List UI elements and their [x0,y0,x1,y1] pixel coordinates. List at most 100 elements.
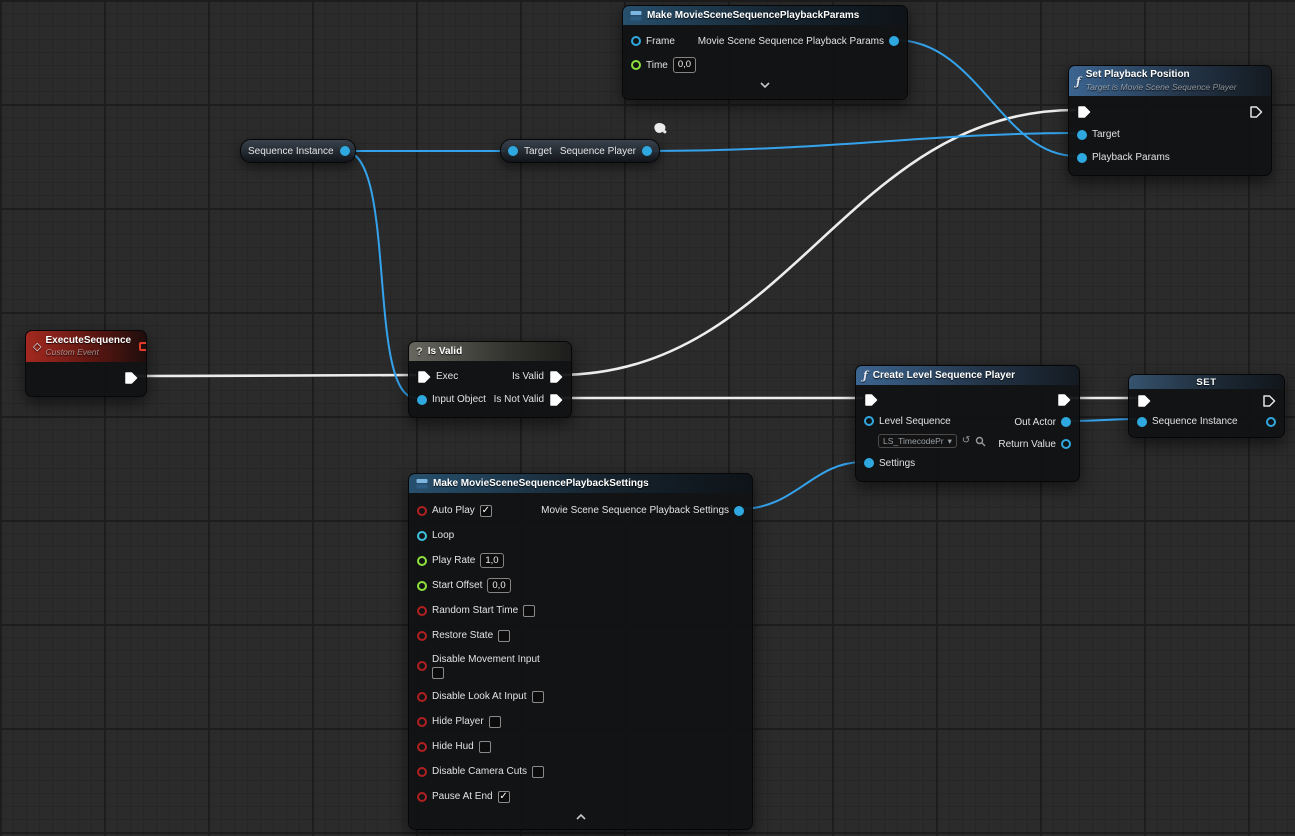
pause-at-end-pin[interactable] [417,792,427,802]
node-title: Set Playback Position [1086,69,1237,82]
loop-pin[interactable] [417,531,427,541]
playback-params-pin-label: Playback Params [1092,152,1170,163]
wire-data-settings-to-create[interactable] [740,462,863,509]
playback-params-pin[interactable] [1077,153,1087,163]
target-pin[interactable] [1077,130,1087,140]
drag-cursor-icon [652,121,668,140]
disable-camera-cuts-pin[interactable] [417,767,427,777]
play-rate-input[interactable]: 1,0 [480,553,503,568]
event-binding-badge-icon[interactable] [139,342,146,351]
hide-player-checkbox[interactable] [489,716,501,728]
wire-data-seqinstance-to-inputobject[interactable] [344,151,416,398]
is-valid-exec-out-pin[interactable] [549,370,563,384]
browse-asset-icon[interactable] [975,436,986,447]
wire-exec-event-to-isvalid[interactable] [133,375,416,376]
pause-at-end-label: Pause At End [432,791,493,802]
hide-player-pin[interactable] [417,717,427,727]
exec-in-pin[interactable] [1137,394,1151,408]
exec-in-pin[interactable] [1077,105,1091,119]
wire-data-seqplayer-to-target[interactable] [648,133,1076,151]
variable-label: Sequence Instance [248,146,334,157]
use-selected-asset-icon[interactable]: ↺ [962,436,970,446]
sequence-instance-out-pin[interactable] [1266,417,1276,427]
exec-in-pin[interactable] [417,370,431,384]
node-make-movie-scene-sequence-playback-settings[interactable]: Make MovieSceneSequencePlaybackSettings … [408,473,753,830]
node-header[interactable]: ƒ Create Level Sequence Player [856,366,1079,385]
asset-picker-dropdown[interactable]: LS_TimecodePr ▾ [878,434,957,448]
target-pin-label: Target [524,146,552,157]
node-sequence-player-get[interactable]: Target Sequence Player [500,139,660,163]
node-header[interactable]: ◇ ExecuteSequence Custom Event [26,331,146,362]
hide-hud-pin[interactable] [417,742,427,752]
loop-label: Loop [432,530,454,541]
node-header[interactable]: ? Is Valid [409,342,571,361]
node-subtitle: Custom Event [45,347,131,358]
time-value-input[interactable]: 0,0 [673,57,696,72]
node-is-valid[interactable]: ? Is Valid Exec Is Valid Input Object [408,341,572,418]
chevron-down-icon [760,82,770,88]
restore-state-checkbox[interactable] [498,630,510,642]
auto-play-pin[interactable] [417,506,427,516]
time-pin[interactable] [631,60,641,70]
node-execute-sequence-event[interactable]: ◇ ExecuteSequence Custom Event [25,330,147,397]
disable-movement-input-checkbox[interactable] [432,667,444,679]
start-offset-input[interactable]: 0,0 [487,578,510,593]
start-offset-label: Start Offset [432,580,482,591]
start-offset-pin[interactable] [417,581,427,591]
sequence-player-out-pin[interactable] [642,146,652,156]
frame-pin[interactable] [631,36,641,46]
input-object-pin[interactable] [417,395,427,405]
play-rate-pin[interactable] [417,556,427,566]
exec-out-pin[interactable] [1249,105,1263,119]
pause-at-end-checkbox[interactable] [498,791,510,803]
restore-state-pin[interactable] [417,631,427,641]
random-start-time-pin[interactable] [417,606,427,616]
chevron-down-icon: ▾ [948,436,952,447]
disable-look-at-input-label: Disable Look At Input [432,691,527,702]
node-subtitle: Target is Movie Scene Sequence Player [1086,82,1237,93]
level-sequence-pin[interactable] [864,416,874,426]
function-icon: ƒ [863,369,868,382]
node-set-playback-position[interactable]: ƒ Set Playback Position Target is Movie … [1068,65,1272,176]
restore-state-label: Restore State [432,630,493,641]
node-header[interactable]: SET [1129,375,1284,389]
random-start-time-checkbox[interactable] [523,605,535,617]
settings-pin[interactable] [864,458,874,468]
node-set-sequence-instance[interactable]: SET Sequence Instance [1128,374,1285,438]
sequence-instance-out-pin[interactable] [340,146,350,156]
chevron-up-icon [576,814,586,820]
sequence-player-label: Sequence Player [560,146,636,157]
is-not-valid-exec-out-pin[interactable] [549,393,563,407]
exec-pin-label: Exec [436,371,458,382]
params-out-pin[interactable] [889,36,899,46]
hide-hud-checkbox[interactable] [479,741,491,753]
auto-play-label: Auto Play [432,505,475,516]
disable-look-at-input-pin[interactable] [417,692,427,702]
exec-out-pin[interactable] [1057,393,1071,407]
node-title: SET [1196,377,1216,388]
node-header[interactable]: Make MovieSceneSequencePlaybackSettings [409,474,752,493]
target-in-pin[interactable] [508,146,518,156]
is-valid-pin-label: Is Valid [512,371,544,382]
disable-movement-input-pin[interactable] [417,661,427,671]
exec-in-pin[interactable] [864,393,878,407]
blueprint-graph-canvas[interactable]: Make MovieSceneSequencePlaybackParams Fr… [0,0,1295,836]
return-value-pin[interactable] [1061,439,1071,449]
settings-out-pin[interactable] [734,506,744,516]
exec-out-pin[interactable] [124,371,138,385]
node-header[interactable]: Make MovieSceneSequencePlaybackParams [623,6,907,25]
make-struct-icon [630,10,642,22]
disable-look-at-input-checkbox[interactable] [532,691,544,703]
disable-camera-cuts-checkbox[interactable] [532,766,544,778]
random-start-time-label: Random Start Time [432,605,518,616]
sequence-instance-in-pin[interactable] [1137,417,1147,427]
exec-out-pin[interactable] [1262,394,1276,408]
node-sequence-instance-get[interactable]: Sequence Instance [240,139,356,163]
out-actor-pin[interactable] [1061,417,1071,427]
collapse-arrow[interactable] [409,809,752,825]
node-make-movie-scene-sequence-playback-params[interactable]: Make MovieSceneSequencePlaybackParams Fr… [622,5,908,100]
collapse-arrow[interactable] [623,77,907,93]
node-create-level-sequence-player[interactable]: ƒ Create Level Sequence Player Level Seq… [855,365,1080,482]
node-header[interactable]: ƒ Set Playback Position Target is Movie … [1069,66,1271,96]
auto-play-checkbox[interactable] [480,505,492,517]
